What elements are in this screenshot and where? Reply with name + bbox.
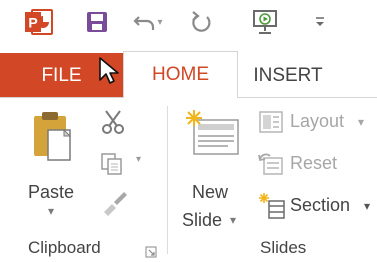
brush-icon[interactable] <box>100 190 128 216</box>
copy-icon <box>101 153 122 175</box>
dialog-launcher-icon[interactable] <box>145 246 157 258</box>
paste-icon <box>34 112 72 161</box>
new-slide-label-line1: New <box>192 182 229 202</box>
quick-access-toolbar: P ▾ <box>0 0 377 45</box>
svg-text:P: P <box>28 15 37 31</box>
new-slide-button[interactable]: New Slide ▾ <box>178 104 248 232</box>
section-label: Section <box>290 195 351 215</box>
slides-group-label: Slides <box>260 238 307 257</box>
layout-label: Layout <box>290 111 345 131</box>
tab-insert[interactable]: INSERT <box>238 53 338 98</box>
layout-button[interactable]: Layout ▾ <box>258 108 377 138</box>
ribbon-home: Paste ▾ ▾ Clipboard New Slide ▾ Layout ▾… <box>0 98 377 262</box>
copy-dropdown-caret[interactable]: ▾ <box>136 154 141 165</box>
reset-label: Reset <box>290 153 338 173</box>
slides-group: New Slide ▾ Layout ▾ Reset Section ▾ Sli… <box>168 98 377 262</box>
tab-home[interactable]: HOME <box>123 51 238 98</box>
section-icon <box>259 193 285 219</box>
start-from-beginning-icon[interactable] <box>248 6 282 38</box>
powerpoint-icon[interactable]: P <box>22 6 56 38</box>
layout-icon <box>259 111 283 133</box>
customize-toolbar-icon[interactable] <box>312 6 328 38</box>
ribbon-tab-bar: FILE HOME INSERT <box>0 45 377 98</box>
clipboard-group: Paste ▾ ▾ Clipboard <box>0 98 166 262</box>
redo-icon[interactable] <box>186 6 216 38</box>
new-slide-label-line2: Slide <box>182 210 223 230</box>
paste-dropdown-caret[interactable]: ▾ <box>48 204 54 218</box>
undo-icon <box>133 16 155 30</box>
new-slide-dropdown-caret[interactable]: ▾ <box>230 213 236 227</box>
paste-button[interactable]: Paste ▾ <box>26 104 88 220</box>
new-slide-icon <box>186 110 239 155</box>
reset-icon <box>258 153 283 175</box>
undo-dropdown-caret[interactable]: ▾ <box>157 17 162 28</box>
section-dropdown-caret[interactable]: ▾ <box>364 199 370 213</box>
section-button[interactable]: Section ▾ <box>258 192 377 222</box>
scissors-icon[interactable] <box>100 108 128 136</box>
layout-dropdown-caret[interactable]: ▾ <box>358 115 364 129</box>
mouse-cursor-icon <box>99 57 119 84</box>
clipboard-group-label: Clipboard <box>28 238 101 257</box>
reset-button[interactable]: Reset <box>258 150 368 180</box>
copy-button[interactable]: ▾ <box>100 150 150 178</box>
undo-button[interactable]: ▾ <box>128 6 168 38</box>
save-icon[interactable] <box>82 6 112 38</box>
paste-label: Paste <box>28 182 75 202</box>
